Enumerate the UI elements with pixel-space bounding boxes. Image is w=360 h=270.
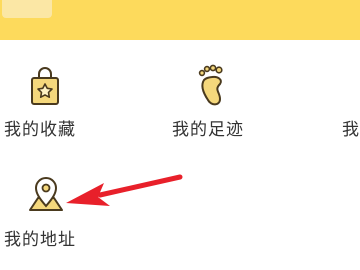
grid-label-favorites: 我的收藏	[4, 120, 76, 140]
grid-item-favorites[interactable]: 我的收藏	[0, 60, 90, 150]
grid-label-address: 我的地址	[4, 230, 76, 250]
grid-label-footprints: 我的足迹	[172, 120, 244, 140]
location-pin-icon	[29, 177, 63, 211]
grid-label-partial: 我的	[342, 120, 360, 140]
grid-item-partial[interactable]: 我的	[336, 60, 360, 150]
grid-item-footprints[interactable]: 我的足迹	[168, 60, 258, 150]
grid-item-address[interactable]: 我的地址	[0, 168, 90, 258]
shopping-bag-star-icon	[31, 67, 59, 105]
top-header-bar	[0, 0, 360, 40]
footprint-icon	[198, 64, 223, 106]
header-blurred-title	[2, 0, 52, 18]
